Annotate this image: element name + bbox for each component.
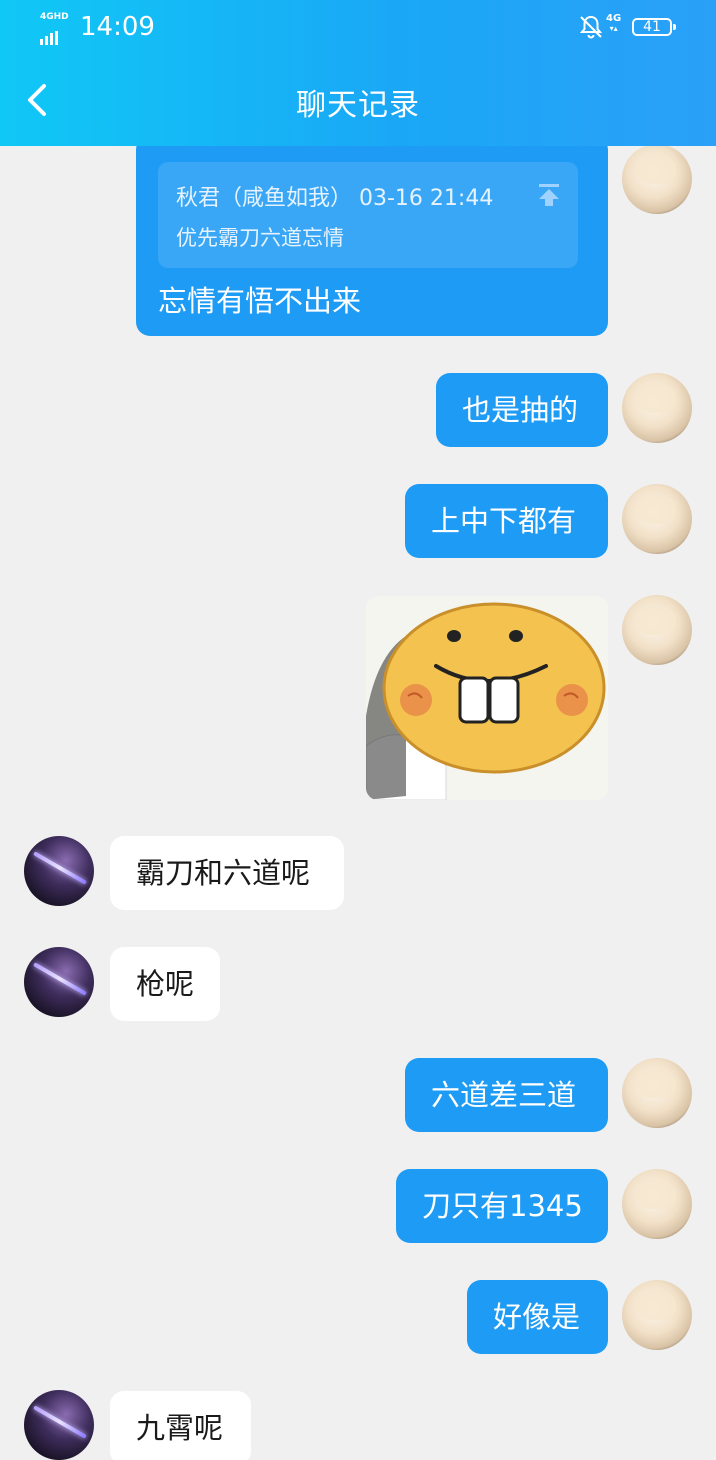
battery-level: 41: [643, 19, 661, 35]
network-4g-label: 4G: [606, 13, 622, 24]
message-text: 好像是: [493, 1300, 581, 1334]
message-bubble[interactable]: 六道差三道: [405, 1058, 608, 1132]
message-text: 刀只有1345: [422, 1189, 583, 1223]
network-type-label: 4GHD: [40, 12, 69, 22]
status-time: 14:09: [80, 12, 155, 42]
quoted-message-box[interactable]: 秋君（咸鱼如我） 03-16 21:44 优先霸刀六道忘情: [158, 162, 578, 268]
bell-off-icon: [579, 15, 603, 39]
message-bubble[interactable]: 霸刀和六道呢: [110, 836, 344, 910]
battery-icon: 41: [632, 18, 676, 36]
bucktooth-face-sticker: [366, 596, 608, 800]
status-bar: 4GHD 14:09 4G ▾▴ 41: [0, 0, 716, 56]
top-header: 4GHD 14:09 4G ▾▴ 41 聊天记录: [0, 0, 716, 146]
message-bubble[interactable]: 枪呢: [110, 947, 220, 1021]
jump-to-quote-icon[interactable]: [536, 182, 562, 208]
message-bubble[interactable]: 九霄呢: [110, 1391, 251, 1460]
chat-history[interactable]: 秋君（咸鱼如我） 03-16 21:44 优先霸刀六道忘情 忘情有悟不出来 也是…: [0, 146, 716, 1460]
my-avatar[interactable]: [622, 373, 692, 443]
quoted-text: 优先霸刀六道忘情: [176, 226, 344, 250]
cellular-signal-icon: 4GHD: [40, 12, 74, 45]
contact-avatar[interactable]: [24, 836, 94, 906]
network-4g-icon: 4G ▾▴: [606, 13, 622, 34]
message-bubble[interactable]: 刀只有1345: [396, 1169, 608, 1243]
page-title: 聊天记录: [296, 88, 420, 123]
contact-avatar[interactable]: [24, 947, 94, 1017]
message-bubble[interactable]: 上中下都有: [405, 484, 608, 558]
message-text: 九霄呢: [136, 1411, 224, 1445]
message-text: 也是抽的: [462, 393, 579, 427]
quote-reply-message[interactable]: 秋君（咸鱼如我） 03-16 21:44 优先霸刀六道忘情 忘情有悟不出来: [136, 146, 608, 336]
my-avatar[interactable]: [622, 484, 692, 554]
my-avatar[interactable]: [622, 595, 692, 665]
my-avatar[interactable]: [622, 146, 692, 214]
sticker-image[interactable]: [366, 596, 608, 800]
message-text: 六道差三道: [431, 1078, 577, 1112]
my-avatar[interactable]: [622, 1169, 692, 1239]
quoted-sender-time: 秋君（咸鱼如我） 03-16 21:44: [176, 186, 494, 211]
message-bubble[interactable]: 好像是: [467, 1280, 608, 1354]
message-text: 枪呢: [136, 967, 195, 1001]
my-avatar[interactable]: [622, 1280, 692, 1350]
contact-avatar[interactable]: [24, 1390, 94, 1460]
message-text: 忘情有悟不出来: [158, 284, 362, 318]
message-text: 上中下都有: [431, 504, 577, 538]
message-bubble[interactable]: 也是抽的: [436, 373, 608, 447]
my-avatar[interactable]: [622, 1058, 692, 1128]
message-text: 霸刀和六道呢: [136, 856, 311, 890]
